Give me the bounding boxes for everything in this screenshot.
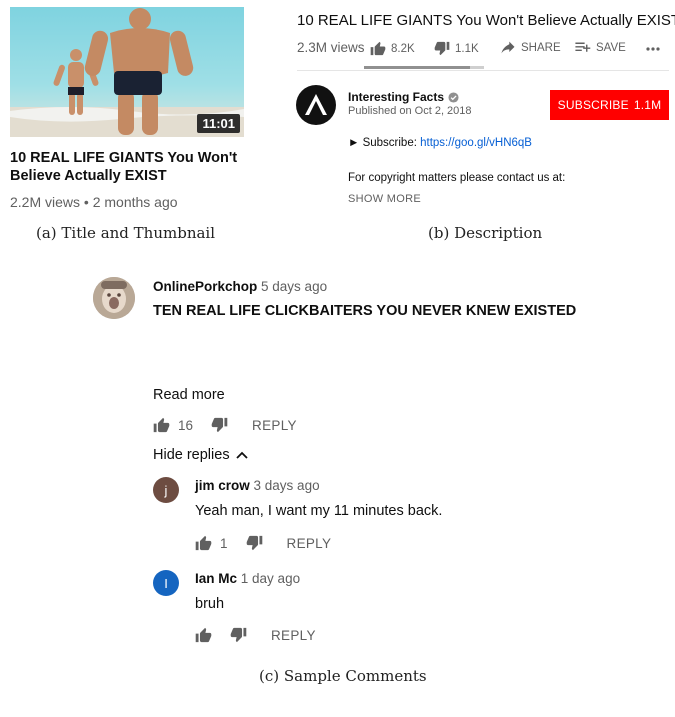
playlist-add-icon [575,42,591,52]
subscribe-link[interactable]: https://goo.gl/vHN6qB [420,137,532,149]
avatar[interactable] [93,277,135,319]
user-photo-icon [93,277,135,319]
subscribe-button[interactable]: SUBSCRIBE 1.1M [550,90,669,120]
thumbs-up-icon [370,41,386,56]
figure-caption-b: (b) Description [428,224,543,242]
share-icon [501,41,515,54]
thumbs-up-icon[interactable] [153,417,170,433]
dislike-count: 1.1K [455,42,479,55]
like-sentiment-fill [364,66,470,69]
channel-logo-icon [305,94,327,115]
reply-actions: REPLY [195,627,316,643]
like-count: 8.2K [391,42,415,55]
share-button[interactable]: SHARE [500,41,561,54]
publish-date: Published on Oct 2, 2018 [348,105,472,117]
read-more-link[interactable]: Read more [153,387,225,403]
channel-avatar[interactable] [296,85,336,125]
comment-text: TEN REAL LIFE CLICKBAITERS YOU NEVER KNE… [153,303,577,319]
comment-header: OnlinePorkchop 5 days ago [153,279,327,294]
reply-actions: 1 REPLY [195,535,331,551]
video-thumbnail[interactable]: 11:01 [10,7,244,137]
video-title[interactable]: 10 REAL LIFE GIANTS You Won't Believe Ac… [10,149,250,185]
chevron-up-icon [235,451,248,459]
reply-avatar[interactable]: j [153,477,179,503]
figure-caption-c: (c) Sample Comments [259,667,427,685]
subscribe-label: SUBSCRIBE [557,98,629,112]
verified-check-icon [448,91,459,103]
thumbs-down-icon [434,41,450,56]
reply-author[interactable]: Ian Mc [195,571,237,586]
video-meta: 2.2M views • 2 months ago [10,194,178,210]
view-count: 2.3M views [297,40,365,55]
dislike-button[interactable]: 1.1K [434,41,479,56]
reply-button[interactable]: REPLY [271,628,316,643]
thumbs-down-icon[interactable] [230,627,247,643]
subscribe-prefix: ► Subscribe: [348,137,421,149]
reply-header: jim crow 3 days ago [195,478,320,493]
comment-like-count: 16 [178,417,194,433]
reply-time[interactable]: 3 days ago [254,478,320,493]
reply-avatar[interactable]: I [153,570,179,596]
thumbs-up-icon[interactable] [195,535,212,551]
like-button[interactable]: 8.2K [370,41,415,56]
divider [297,70,669,71]
channel-name-label: Interesting Facts [348,90,445,104]
watch-page-title: 10 REAL LIFE GIANTS You Won't Believe Ac… [297,12,675,29]
hide-replies-label: Hide replies [153,447,230,463]
description-subscribe-line: ► Subscribe: https://goo.gl/vHN6qB [348,137,532,149]
hide-replies-toggle[interactable]: Hide replies [153,447,248,463]
comment-time[interactable]: 5 days ago [261,279,327,294]
reply-author[interactable]: jim crow [195,478,250,493]
reply-like-count: 1 [220,535,228,551]
channel-name[interactable]: Interesting Facts [348,90,459,104]
reply-text: Yeah man, I want my 11 minutes back. [195,503,443,519]
save-label: SAVE [596,41,626,54]
thumbs-down-icon[interactable] [211,417,228,433]
figure-caption-a: (a) Title and Thumbnail [36,224,216,242]
subscriber-count: 1.1M [633,98,662,112]
thumbs-down-icon[interactable] [246,535,263,551]
reply-time[interactable]: 1 day ago [241,571,300,586]
more-actions-button[interactable] [645,39,661,55]
reply-button[interactable]: REPLY [287,536,332,551]
reply-text: bruh [195,596,225,612]
share-label: SHARE [521,41,561,54]
like-sentiment-bar [364,66,484,69]
video-duration-badge: 11:01 [197,114,240,133]
thumbs-up-icon[interactable] [195,627,212,643]
comment-author[interactable]: OnlinePorkchop [153,279,257,294]
show-more-button[interactable]: SHOW MORE [348,193,421,205]
more-dots-icon [646,47,660,51]
save-button[interactable]: SAVE [574,41,626,54]
video-stats-row: 2.3M views 8.2K 1.1K SHARE SAVE [297,38,669,60]
reply-header: Ian Mc 1 day ago [195,571,300,586]
reply-button[interactable]: REPLY [252,418,297,433]
description-copyright-line: For copyright matters please contact us … [348,172,566,184]
comment-actions: 16 REPLY [153,417,297,433]
